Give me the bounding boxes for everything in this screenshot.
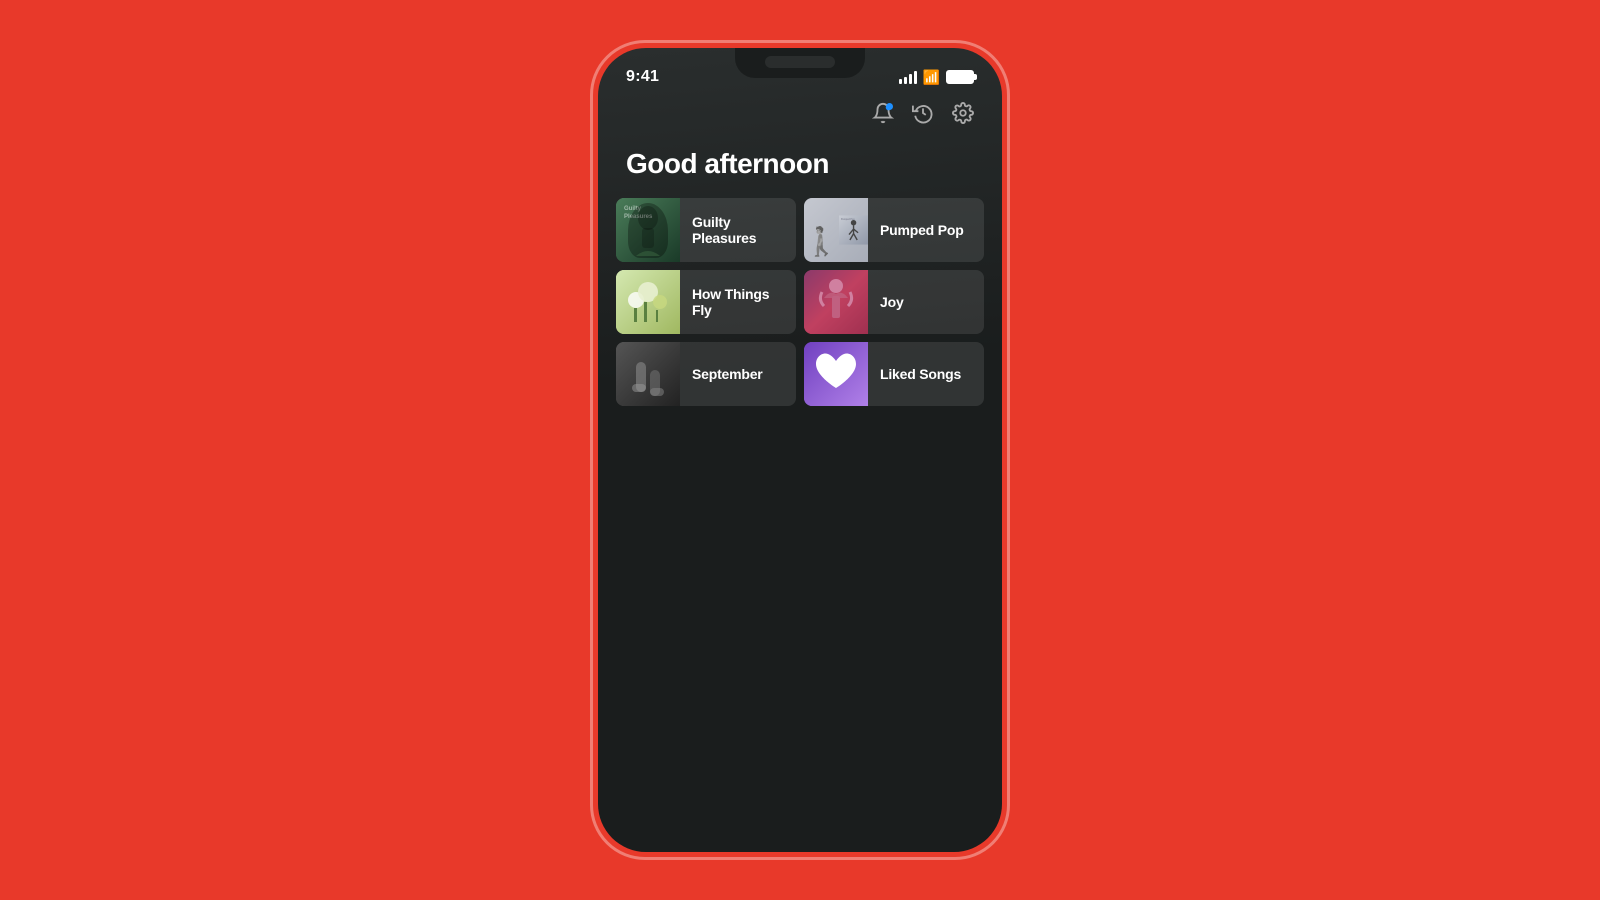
battery-icon	[946, 70, 974, 84]
playlist-label-pumped-pop: Pumped Pop	[868, 222, 984, 238]
playlist-label-joy: Joy	[868, 294, 984, 310]
settings-button[interactable]	[952, 102, 974, 130]
svg-text:Guilty: Guilty	[624, 206, 642, 212]
playlist-thumb-pumped-pop: Pumped Pop	[804, 198, 868, 262]
signal-icon	[899, 70, 917, 84]
svg-text:Pumped Pop: Pumped Pop	[841, 219, 855, 221]
playlist-thumb-liked-songs	[804, 342, 868, 406]
phone-wrapper: 9:41 📶	[590, 40, 1010, 860]
playlist-item-pumped-pop[interactable]: Pumped Pop Pumped Pop	[804, 198, 984, 262]
status-time: 9:41	[626, 68, 659, 86]
status-icons: 📶	[899, 69, 974, 86]
playlist-thumb-guilty-pleasures: Guilty Pleasures	[616, 198, 680, 262]
playlist-label-how-things-fly: How Things Fly	[680, 286, 796, 318]
playlist-item-joy[interactable]: Joy	[804, 270, 984, 334]
playlist-thumb-september	[616, 342, 680, 406]
playlist-label-september: September	[680, 366, 796, 382]
wifi-icon: 📶	[923, 69, 940, 86]
greeting-text: Good afternoon	[598, 138, 1002, 198]
playlist-grid: Guilty Pleasures Guilty Pleasures	[598, 198, 1002, 406]
playlist-thumb-how-things-fly	[616, 270, 680, 334]
playlist-item-liked-songs[interactable]: Liked Songs	[804, 342, 984, 406]
phone-screen: 9:41 📶	[598, 48, 1002, 852]
notch	[735, 48, 865, 78]
playlist-thumb-joy	[804, 270, 868, 334]
app-icons-bar	[598, 92, 1002, 138]
svg-text:Pleasures: Pleasures	[624, 214, 653, 220]
history-button[interactable]	[912, 102, 934, 130]
playlist-label-guilty-pleasures: Guilty Pleasures	[680, 214, 796, 246]
playlist-item-how-things-fly[interactable]: How Things Fly	[616, 270, 796, 334]
playlist-item-september[interactable]: September	[616, 342, 796, 406]
bell-button[interactable]	[872, 102, 894, 130]
playlist-item-guilty-pleasures[interactable]: Guilty Pleasures Guilty Pleasures	[616, 198, 796, 262]
playlist-label-liked-songs: Liked Songs	[868, 366, 984, 382]
notch-pill	[765, 56, 835, 68]
